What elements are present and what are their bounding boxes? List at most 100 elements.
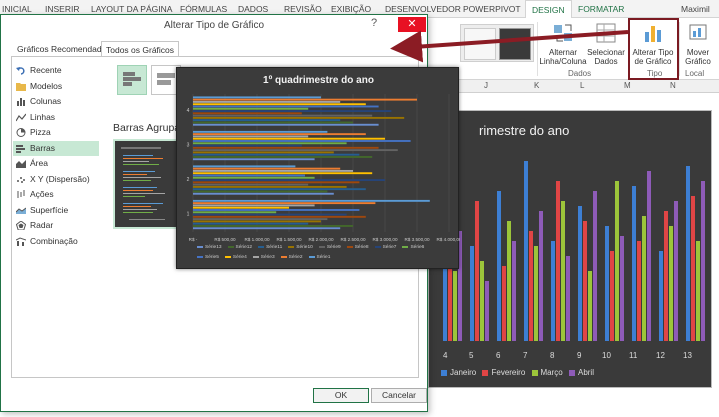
- chart-type-linhas[interactable]: Linhas: [13, 110, 99, 126]
- chart-type-radar[interactable]: Radar: [13, 218, 99, 234]
- user-name: Maximil: [681, 4, 710, 14]
- chart-type-dispersao[interactable]: X Y (Dispersão): [13, 172, 99, 188]
- legend-swatch: [402, 245, 409, 248]
- bar: [193, 172, 373, 175]
- legend-entry: Série6: [402, 243, 424, 253]
- chart-type-colunas[interactable]: Colunas: [13, 94, 99, 110]
- legend-label: Série8: [354, 245, 369, 250]
- embedded-column: [686, 166, 690, 341]
- legend-swatch: [258, 245, 265, 248]
- legend-swatch: [197, 245, 203, 248]
- chart-type-modelos[interactable]: Modelos: [13, 79, 99, 95]
- legend-swatch: [531, 369, 538, 376]
- subtype-clustered-bar[interactable]: [117, 65, 147, 95]
- help-icon[interactable]: ?: [371, 17, 377, 29]
- chart-type-label: Área: [30, 158, 48, 168]
- legend-label: Série3: [260, 255, 275, 260]
- legend-swatch: [346, 245, 353, 248]
- bar: [193, 107, 309, 110]
- chart-type-label: X Y (Dispersão): [30, 173, 90, 184]
- chart-type-combinacao[interactable]: Combinação: [13, 234, 99, 250]
- chart-type-label: Linhas: [30, 111, 56, 122]
- dialog-title-bar[interactable]: Alterar Tipo de Gráfico ? ✕: [1, 15, 427, 37]
- chart-type-barras[interactable]: Barras: [13, 140, 99, 156]
- chart-type-acoes[interactable]: Ações: [13, 187, 99, 203]
- switch-row-column-label-1: Alternar: [548, 48, 577, 57]
- tab-powerpivot[interactable]: POWERPIVOT: [463, 4, 521, 14]
- legend-swatch: [280, 255, 287, 258]
- close-button[interactable]: ✕: [398, 17, 426, 32]
- bar-chart-plot: R$ - R$ 500,00 R$ 1.000,00 R$ 1.500,00 R$ 2.…: [187, 94, 460, 242]
- chart-style-thumb-dark[interactable]: [499, 28, 531, 60]
- column-header[interactable]: L: [580, 81, 584, 90]
- y-category-label: 3: [187, 142, 190, 148]
- tab-design[interactable]: DESIGN: [525, 0, 572, 19]
- chart-type-label: Ações: [30, 189, 54, 199]
- chart-type-pizza[interactable]: Pizza: [13, 125, 99, 141]
- chart-type-area[interactable]: Área: [13, 156, 99, 172]
- column-header[interactable]: K: [534, 81, 539, 90]
- legend-entry: Série7: [374, 243, 396, 253]
- bar: [193, 218, 328, 221]
- tab-todos-os-graficos[interactable]: Todos os Gráficos: [101, 41, 180, 57]
- chart-type-recente[interactable]: Recente: [13, 63, 99, 79]
- legend-swatch: [568, 369, 575, 376]
- chart-style-gallery[interactable]: [460, 24, 534, 62]
- legend-swatch: [318, 245, 325, 248]
- tab-exibicao[interactable]: EXIBIÇÃO: [331, 4, 371, 14]
- bar: [193, 116, 405, 119]
- embedded-column: [583, 221, 587, 341]
- embedded-column: [578, 206, 582, 341]
- switch-row-column-button[interactable]: Alternar Linha/Coluna: [538, 22, 588, 66]
- tab-formatar[interactable]: FORMATAR: [578, 4, 624, 14]
- chart-type-label: Barras: [30, 142, 56, 153]
- legend-entry: Abril: [577, 368, 594, 377]
- legend-swatch: [252, 255, 259, 258]
- embedded-column: [647, 171, 651, 341]
- column-header[interactable]: J: [484, 81, 488, 90]
- legend-swatch: [441, 369, 447, 376]
- tab-formulas[interactable]: FÓRMULAS: [180, 4, 227, 14]
- chart-preview-thumbnail[interactable]: [113, 139, 183, 229]
- bar: [193, 133, 366, 136]
- embedded-column: [696, 241, 700, 341]
- ok-button[interactable]: OK: [313, 388, 369, 403]
- move-chart-label-2: Gráfico: [685, 57, 711, 66]
- tab-desenvolvedor[interactable]: DESENVOLVEDOR: [385, 4, 461, 14]
- legend-label: Série2: [288, 255, 303, 260]
- move-chart-button[interactable]: Mover Gráfico: [680, 22, 716, 66]
- chart-style-thumb[interactable]: [464, 28, 496, 60]
- column-header[interactable]: N: [670, 81, 676, 90]
- embedded-chart[interactable]: rimestre do ano 4 5 6 7 8 9 10 11 12 13 …: [428, 110, 712, 388]
- bar: [193, 121, 353, 124]
- bar: [193, 110, 392, 112]
- column-header[interactable]: M: [624, 81, 631, 90]
- tab-graficos-recomendados[interactable]: Gráficos Recomendados: [13, 41, 115, 57]
- bar: [193, 190, 328, 193]
- bar: [193, 142, 347, 145]
- legend-entry: Série3: [252, 253, 275, 263]
- move-chart-label-1: Mover: [686, 48, 710, 57]
- column-chart-icon: [17, 98, 25, 106]
- chart-type-superficie[interactable]: Superfície: [13, 203, 99, 219]
- bar: [193, 100, 341, 103]
- tab-inicial[interactable]: INICIAL: [2, 4, 32, 14]
- column-header-row: J K L M N: [428, 80, 719, 93]
- bar: [193, 167, 341, 170]
- tab-inserir[interactable]: INSERIR: [45, 4, 79, 14]
- legend-swatch: [482, 369, 489, 376]
- bar: [193, 227, 341, 230]
- tab-revisao[interactable]: REVISÃO: [284, 4, 322, 14]
- tab-dados[interactable]: DADOS: [238, 4, 268, 14]
- scatter-chart-icon: [17, 176, 25, 183]
- tab-layout-da-pagina[interactable]: LAYOUT DA PÁGINA: [91, 4, 172, 14]
- bar: [193, 103, 366, 106]
- chart-type-label: Combinação: [30, 235, 78, 246]
- legend-entry: Série12: [227, 243, 252, 253]
- legend-swatch: [374, 245, 381, 248]
- select-data-button[interactable]: Selecionar Dados: [586, 22, 626, 66]
- bar: [193, 158, 315, 161]
- bar: [193, 179, 385, 181]
- embedded-x-label: 8: [550, 351, 555, 360]
- cancel-button[interactable]: Cancelar: [371, 388, 427, 403]
